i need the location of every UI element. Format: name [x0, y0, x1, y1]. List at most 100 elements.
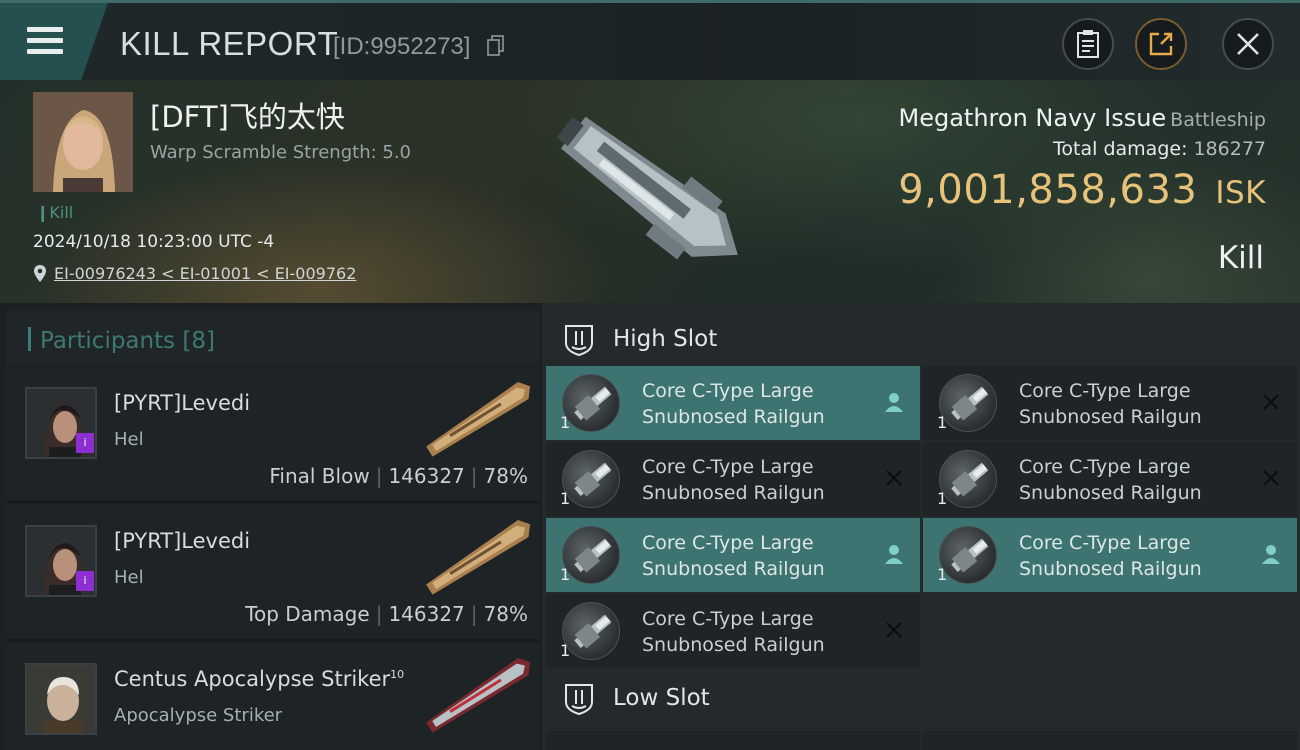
participant-name[interactable]: [PYRT]Levedi — [114, 391, 250, 415]
total-damage-value: 186277 — [1193, 138, 1266, 160]
close-icon — [1237, 33, 1259, 55]
location-pin-icon — [34, 265, 46, 282]
railgun-icon — [562, 526, 620, 584]
participants-panel: Participants [8] i [PYRT]Levedi Hel Fina… — [0, 303, 540, 750]
participant-stats: Top Damage | 146327 | 78% — [245, 602, 528, 626]
share-icon — [1149, 32, 1173, 56]
participant-ship-render — [426, 382, 531, 457]
module-slot[interactable]: 1 Core C-Type Large Snubnosed Railgun — [546, 366, 920, 440]
total-damage: Total damage: 186277 — [1053, 138, 1266, 160]
module-quantity: 1 — [560, 641, 571, 660]
railgun-icon — [939, 450, 997, 508]
low-slot-label: Low Slot — [613, 685, 710, 711]
share-button[interactable] — [1135, 18, 1187, 70]
participant-ship-render — [426, 520, 531, 595]
module-quantity: 1 — [937, 413, 948, 432]
module-slot[interactable]: 1 Core C-Type Large Snubnosed Railgun — [546, 442, 920, 516]
railgun-icon — [939, 374, 997, 432]
high-slot-label: High Slot — [613, 326, 718, 352]
pilot-fitted-icon — [1262, 545, 1280, 564]
module-quantity: 1 — [937, 489, 948, 508]
fitting-panel: High Slot 1 Core C-Type Large Snubnosed R… — [542, 303, 1300, 750]
high-slot-header: High Slot — [542, 307, 1300, 367]
participant-damage: 146327 — [388, 464, 465, 488]
security-badge: i — [76, 571, 94, 591]
victim-avatar[interactable] — [33, 92, 133, 192]
participant-ship: Hel — [114, 567, 144, 588]
ship-name: Megathron Navy Issue Battleship — [898, 104, 1266, 132]
module-slot[interactable] — [546, 731, 920, 750]
kill-date: 2024/10/18 10:23:00 UTC -4 — [33, 232, 275, 252]
railgun-icon — [939, 526, 997, 584]
close-button[interactable] — [1222, 18, 1274, 70]
participant-ship: Hel — [114, 429, 144, 450]
shield-slot-icon — [565, 325, 593, 357]
destroyed-x-icon — [886, 622, 902, 638]
module-slot[interactable]: 1 Core C-Type Large Snubnosed Railgun — [923, 442, 1297, 516]
isk-unit: ISK — [1215, 175, 1266, 211]
participant-ship: Apocalypse Striker — [114, 705, 283, 726]
result-label: Kill — [1217, 240, 1264, 276]
ship-class: Battleship — [1170, 109, 1266, 131]
report-id: [ID:9952273] — [333, 33, 471, 60]
security-badge: i — [76, 433, 94, 453]
module-name: Core C-Type Large Snubnosed Railgun — [642, 532, 825, 580]
destroyed-x-icon — [886, 470, 902, 486]
module-name: Core C-Type Large Snubnosed Railgun — [1019, 380, 1202, 428]
participant-damage: 146327 — [388, 602, 465, 626]
page-title: KILL REPORT — [120, 25, 339, 62]
clipboard-button[interactable] — [1062, 18, 1114, 70]
participant-ship-render — [426, 658, 531, 733]
participant-name[interactable]: Centus Apocalypse Striker10 — [114, 667, 404, 691]
destroyed-x-icon — [1263, 394, 1279, 410]
module-name: Core C-Type Large Snubnosed Railgun — [1019, 532, 1202, 580]
kill-summary: [DFT]飞的太快 Warp Scramble Strength: 5.0 ❙K… — [0, 80, 1300, 303]
module-quantity: 1 — [560, 489, 571, 508]
participants-title: Participants [8] — [40, 328, 215, 354]
kill-location: EI-00976243 < EI-01001 < EI-009762 — [33, 264, 356, 283]
warp-scramble: Warp Scramble Strength: 5.0 — [150, 142, 412, 163]
destroyed-x-icon — [1263, 470, 1279, 486]
pilot-fitted-icon — [885, 545, 903, 564]
module-slot[interactable]: 1 Core C-Type Large Snubnosed Railgun — [923, 518, 1297, 592]
participant-name[interactable]: [PYRT]Levedi — [114, 529, 250, 553]
participant-portrait — [25, 663, 97, 735]
module-name: Core C-Type Large Snubnosed Railgun — [642, 608, 825, 656]
copy-icon[interactable] — [487, 35, 505, 57]
kill-tag: ❙Kill — [36, 203, 74, 222]
ship-render — [556, 116, 738, 260]
participant-label: Top Damage — [245, 602, 370, 626]
participant-row[interactable]: i [PYRT]Levedi Hel Final Blow | 146327 | 78% — [6, 367, 540, 503]
participant-row[interactable]: i [PYRT]Levedi Hel Top Damage | 146327 | 78% — [6, 505, 540, 641]
low-slot-header: Low Slot — [542, 666, 1300, 726]
module-slot[interactable] — [923, 731, 1297, 750]
menu-icon — [27, 27, 63, 55]
shield-slot-icon — [565, 684, 593, 716]
module-slot[interactable]: 1 Core C-Type Large Snubnosed Railgun — [923, 366, 1297, 440]
module-slot[interactable]: 1 Core C-Type Large Snubnosed Railgun — [546, 594, 920, 668]
module-name: Core C-Type Large Snubnosed Railgun — [642, 456, 825, 504]
location-link[interactable]: EI-00976243 < EI-01001 < EI-009762 — [54, 264, 356, 283]
victim-portrait — [33, 92, 133, 192]
isk-value: 9,001,858,633 ISK — [898, 167, 1266, 213]
module-quantity: 1 — [937, 565, 948, 584]
victim-name[interactable]: [DFT]飞的太快 — [150, 94, 345, 136]
participant-percent: 78% — [483, 464, 528, 488]
module-slot[interactable]: 1 Core C-Type Large Snubnosed Railgun — [546, 518, 920, 592]
participants-header[interactable]: Participants [8] — [6, 311, 540, 365]
participant-percent: 78% — [483, 602, 528, 626]
railgun-icon — [562, 374, 620, 432]
module-name: Core C-Type Large Snubnosed Railgun — [642, 380, 825, 428]
title-bar: KILL REPORT [ID:9952273] — [0, 0, 1300, 83]
railgun-icon — [562, 602, 620, 660]
module-quantity: 1 — [560, 413, 571, 432]
participant-row[interactable]: Centus Apocalypse Striker10 Apocalypse S… — [6, 643, 540, 750]
railgun-icon — [562, 450, 620, 508]
participant-stats: Final Blow | 146327 | 78% — [269, 464, 528, 488]
menu-button[interactable] — [0, 3, 108, 83]
clipboard-icon — [1077, 30, 1099, 58]
participant-label: Final Blow — [269, 464, 370, 488]
pilot-fitted-icon — [885, 393, 903, 412]
module-name: Core C-Type Large Snubnosed Railgun — [1019, 456, 1202, 504]
module-quantity: 1 — [560, 565, 571, 584]
